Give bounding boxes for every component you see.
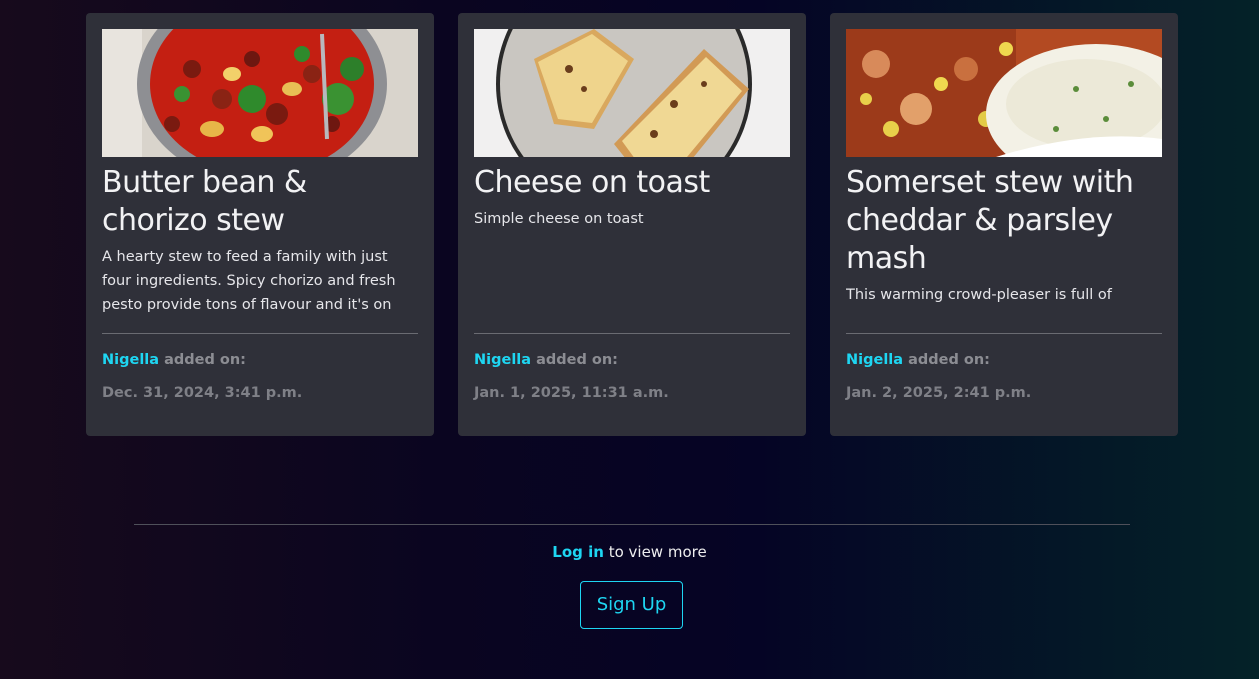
added-on-label: added on: (903, 352, 990, 368)
recipe-card[interactable]: Butter bean & chorizo stew A hearty stew… (86, 13, 434, 436)
date-added: Dec. 31, 2024, 3:41 p.m. (102, 385, 303, 401)
recipe-title[interactable]: Cheese on toast (474, 164, 790, 202)
date-added: Jan. 2, 2025, 2:41 p.m. (846, 385, 1032, 401)
date-added: Jan. 1, 2025, 11:31 a.m. (474, 385, 669, 401)
sign-up-button[interactable]: Sign Up (580, 581, 683, 629)
recipe-image[interactable] (474, 29, 790, 157)
author-name: Nigella (474, 352, 532, 368)
footer-divider (134, 524, 1130, 525)
recipe-title[interactable]: Somerset stew with cheddar & parsley mas… (846, 164, 1162, 278)
recipe-image[interactable] (846, 29, 1162, 157)
recipe-description: This warming crowd-pleaser is full of fl… (846, 287, 1112, 303)
login-link[interactable]: Log in (552, 543, 604, 561)
added-on-label: added on: (531, 352, 618, 368)
recipe-description: A hearty stew to feed a family with just… (102, 249, 396, 313)
recipe-card-grid: Butter bean & chorizo stew A hearty stew… (86, 13, 1178, 436)
recipe-description: Simple cheese on toast (474, 211, 644, 227)
author-name: Nigella (102, 352, 160, 368)
recipe-title[interactable]: Butter bean & chorizo stew (102, 164, 418, 240)
recipe-card[interactable]: Somerset stew with cheddar & parsley mas… (830, 13, 1178, 436)
card-footer: Nigella added on: Jan. 1, 2025, 11:31 a.… (474, 333, 790, 401)
author-line: Nigella added on: (102, 352, 418, 368)
card-footer: Nigella added on: Dec. 31, 2024, 3:41 p.… (102, 333, 418, 401)
author-name: Nigella (846, 352, 904, 368)
recipe-image[interactable] (102, 29, 418, 157)
recipe-card[interactable]: Cheese on toast Simple cheese on toast N… (458, 13, 806, 436)
login-prompt-text: to view more (603, 543, 707, 561)
author-line: Nigella added on: (846, 352, 1162, 368)
login-prompt: Log in to view more (0, 543, 1259, 561)
card-footer: Nigella added on: Jan. 2, 2025, 2:41 p.m… (846, 333, 1162, 401)
added-on-label: added on: (159, 352, 246, 368)
author-line: Nigella added on: (474, 352, 790, 368)
